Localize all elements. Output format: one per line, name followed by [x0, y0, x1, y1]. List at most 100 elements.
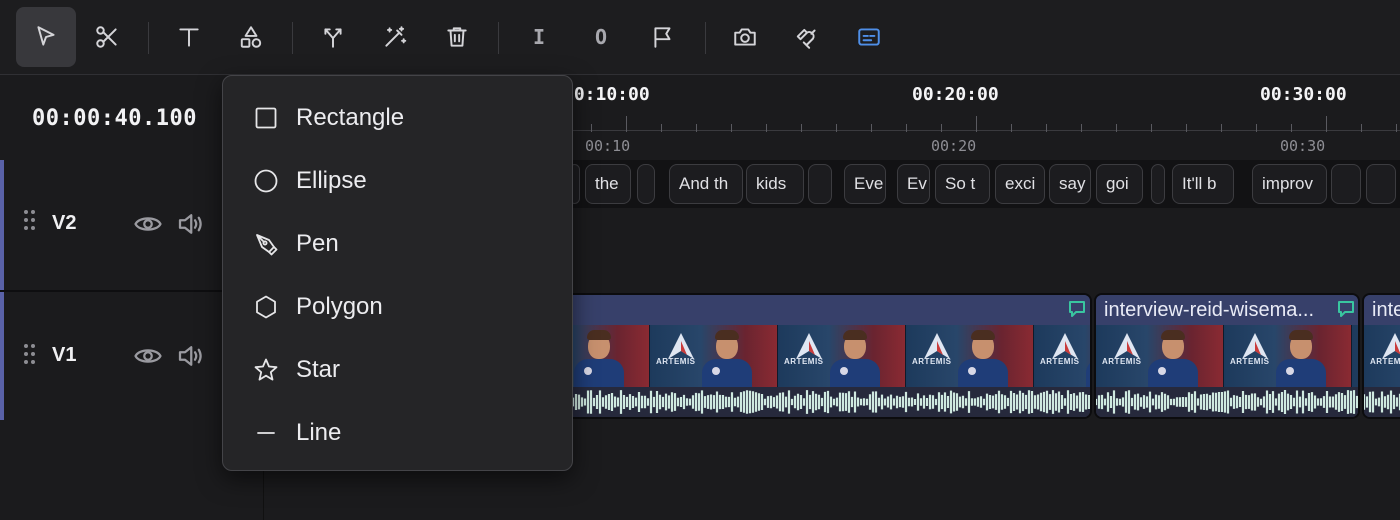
ruler-major-tick	[976, 116, 977, 132]
caption-chip[interactable]	[637, 164, 655, 204]
video-clip[interactable]: ARTEMISARTEMISARTEMISARTEMISARTEMISARTEM…	[520, 293, 1092, 419]
audio-waveform	[522, 387, 1090, 417]
select-tool-button[interactable]	[16, 7, 76, 67]
menu-item-pen[interactable]: Pen	[223, 216, 572, 272]
caption-chip[interactable]: Ev	[897, 164, 930, 204]
caption-chip[interactable]: improv	[1252, 164, 1327, 204]
caption-chip[interactable]: It'll b	[1172, 164, 1234, 204]
ruler-minor-tick	[591, 124, 592, 132]
shapes-icon	[240, 26, 262, 48]
ruler-minor-label: 00:30	[1280, 137, 1326, 155]
pen-nib-icon	[256, 234, 278, 256]
speaker-icon[interactable]	[175, 209, 205, 239]
logo-text: ARTEMIS	[912, 357, 952, 366]
ruler-minor-tick	[1116, 124, 1117, 132]
ruler-minor-tick	[1011, 124, 1012, 132]
video-clip[interactable]: inte ARTEMISARTEMISARTEMISARTEMISARTEMIS…	[1362, 293, 1400, 419]
scissors-icon	[96, 26, 117, 48]
astronaut-hair	[971, 330, 995, 340]
snapping-tool-button[interactable]	[777, 7, 837, 67]
comment-icon[interactable]	[1067, 299, 1087, 319]
drag-handle-icon[interactable]	[24, 210, 38, 232]
ruler-major-label: 00:20:00	[912, 84, 999, 105]
caption-chip[interactable]: Eve	[844, 164, 886, 204]
clip-header	[522, 295, 1090, 325]
caption-chip[interactable]	[1366, 164, 1396, 204]
cut-tool-button[interactable]	[77, 7, 137, 67]
logo-text: ARTEMIS	[1358, 357, 1360, 366]
ruler-minor-tick	[766, 124, 767, 132]
menu-item-star[interactable]: Star	[223, 342, 572, 398]
ruler-major-tick	[626, 116, 627, 132]
split-tool-button[interactable]	[303, 7, 363, 67]
logo-text: ARTEMIS	[1230, 357, 1270, 366]
magnet-icon	[796, 28, 816, 49]
square-icon	[255, 107, 277, 129]
caption-chip[interactable]: say	[1049, 164, 1091, 204]
caption-chip[interactable]: kids	[746, 164, 804, 204]
caption-chip[interactable]	[1331, 164, 1361, 204]
video-clip[interactable]: interview-reid-wisema... ARTEMIS ARTEMIS A…	[1094, 293, 1360, 419]
menu-item-ellipse[interactable]: Ellipse	[223, 153, 572, 209]
fork-arrows-icon	[324, 28, 342, 48]
speaker-icon[interactable]	[175, 341, 205, 371]
mark-out-button[interactable]: O	[571, 7, 631, 67]
mark-in-button[interactable]: I	[509, 7, 569, 67]
hexagon-icon	[256, 295, 276, 319]
ruler-minor-tick	[871, 124, 872, 132]
ruler-minor-tick	[1361, 124, 1362, 132]
eye-icon[interactable]	[133, 341, 163, 371]
suit-patch	[840, 367, 848, 375]
trash-icon	[447, 27, 467, 47]
video-thumbnail-frame: ARTEMIS	[1224, 325, 1352, 387]
magic-tool-button[interactable]	[365, 7, 425, 67]
video-thumbnail-frame: ARTEMIS	[778, 325, 906, 387]
suit-patch	[1158, 367, 1166, 375]
ruler-minor-tick	[1151, 124, 1152, 132]
marker-tool-button[interactable]	[633, 7, 693, 67]
track-name: V1	[52, 344, 77, 366]
shapes-tool-button[interactable]	[221, 7, 281, 67]
astronaut-suit	[1086, 359, 1090, 387]
delete-tool-button[interactable]	[427, 7, 487, 67]
cursor-arrow-icon	[37, 26, 55, 46]
ruler-minor-tick	[731, 124, 732, 132]
toolbar-divider	[705, 22, 706, 54]
caption-chip[interactable]: the	[585, 164, 631, 204]
eye-icon[interactable]	[133, 209, 163, 239]
audio-waveform	[1096, 387, 1358, 417]
caption-chip[interactable]	[808, 164, 832, 204]
menu-item-label: Rectangle	[296, 104, 405, 131]
toolbar-divider	[148, 22, 149, 54]
playhead-timecode: 00:00:40.100	[32, 106, 197, 131]
astronaut-hair	[1161, 330, 1185, 340]
video-thumbnail-frame: ARTEMIS	[906, 325, 1034, 387]
caption-chip[interactable]	[1151, 164, 1165, 204]
suit-patch	[968, 367, 976, 375]
clip-thumbnails: ARTEMISARTEMISARTEMISARTEMISARTEMISARTEM…	[1364, 325, 1400, 387]
ruler-major-label: 00:10:00	[563, 84, 650, 105]
video-thumbnail-frame: ARTEMIS	[1364, 325, 1400, 387]
snapshot-tool-button[interactable]	[715, 7, 775, 67]
comment-icon[interactable]	[1336, 299, 1356, 319]
suit-patch	[712, 367, 720, 375]
menu-item-line[interactable]: Line	[223, 405, 572, 461]
line-icon	[257, 432, 275, 434]
menu-item-polygon[interactable]: Polygon	[223, 279, 572, 335]
menu-item-label: Polygon	[296, 293, 383, 320]
ruler-minor-tick	[661, 124, 662, 132]
mark-in-icon: I	[532, 25, 546, 49]
text-tool-button[interactable]	[159, 7, 219, 67]
drag-handle-icon[interactable]	[24, 344, 38, 366]
caption-chip[interactable]: And th	[669, 164, 743, 204]
captions-tool-button[interactable]	[839, 7, 899, 67]
astronaut-suit	[958, 359, 1008, 387]
menu-item-rectangle[interactable]: Rectangle	[223, 90, 572, 146]
clip-thumbnails: ARTEMISARTEMISARTEMISARTEMISARTEMISARTEM…	[522, 325, 1090, 387]
caption-chip[interactable]: goi	[1096, 164, 1143, 204]
caption-chip[interactable]: So t	[935, 164, 990, 204]
clip-thumbnails: ARTEMISARTEMISARTEMISARTEMISARTEMISARTEM…	[1096, 325, 1358, 387]
ruler-minor-tick	[1256, 124, 1257, 132]
caption-chip[interactable]: exci	[995, 164, 1045, 204]
mark-out-icon: O	[594, 25, 608, 49]
